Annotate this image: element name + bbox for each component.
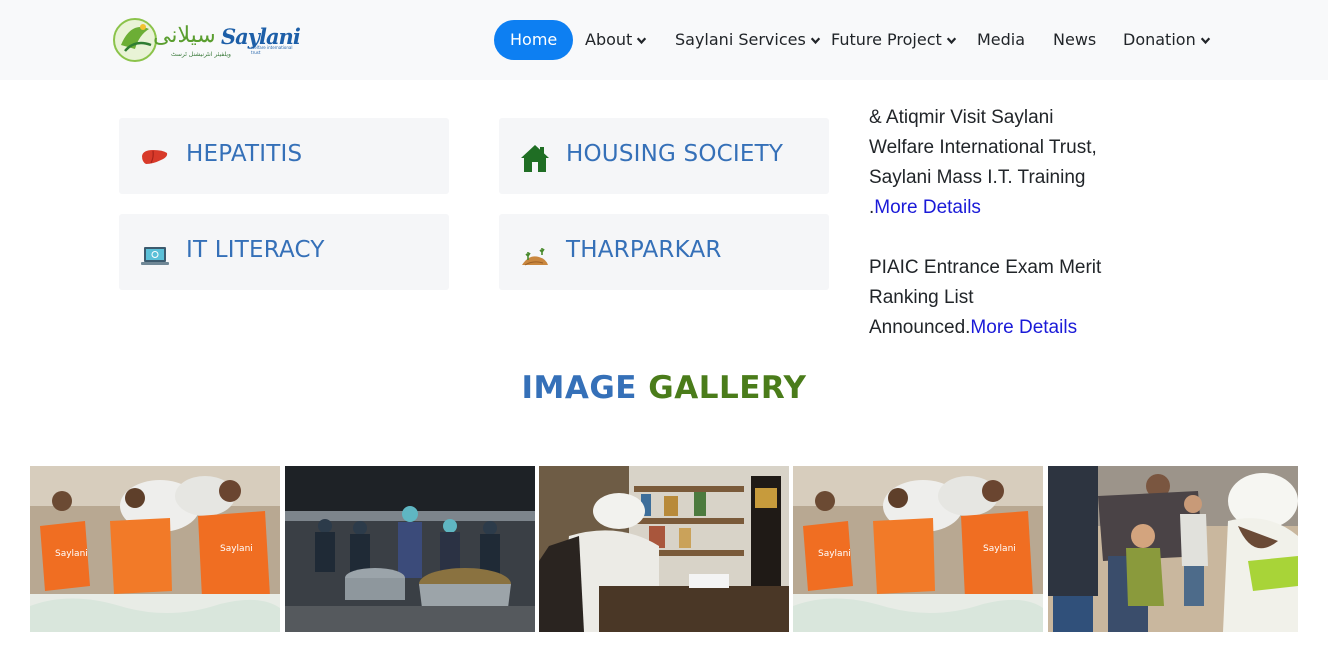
service-card-tharparkar[interactable]: THARPARKAR xyxy=(499,214,829,290)
chevron-down-icon xyxy=(637,37,647,45)
nav-saylani-services[interactable]: Saylani Services xyxy=(675,20,821,60)
chevron-down-icon xyxy=(810,37,820,45)
more-details-link[interactable]: More Details xyxy=(970,317,1077,338)
service-label: THARPARKAR xyxy=(566,237,722,263)
nav-home-label: Home xyxy=(510,30,558,49)
site-logo[interactable]: سیلانی Saylani ویلفیئر انٹرنیشنل ٹرسٹ we… xyxy=(113,15,303,65)
nav-about[interactable]: About xyxy=(585,20,647,60)
nav-home[interactable]: Home xyxy=(494,20,574,60)
service-label: HEPATITIS xyxy=(186,141,303,167)
svg-text:Saylani: Saylani xyxy=(818,549,851,559)
photo-kitchen-image xyxy=(285,466,535,632)
nav-future-project-label: Future Project xyxy=(831,30,942,49)
nav-saylani-services-label: Saylani Services xyxy=(675,30,806,49)
gallery-photo-cleric-with-children[interactable] xyxy=(1048,466,1298,632)
gallery-photo-cleric-at-desk[interactable] xyxy=(539,466,789,632)
svg-text:Saylani: Saylani xyxy=(55,549,88,559)
logo-tagline: ویلفیئر انٹرنیشنل ٹرسٹ xyxy=(171,51,231,58)
photo-volunteers-image: Saylani Saylani xyxy=(793,466,1043,632)
gallery-photo-volunteers-carrying-sacks[interactable]: Saylani Saylani xyxy=(30,466,280,632)
service-card-housing-society[interactable]: HOUSING SOCIETY xyxy=(499,118,829,194)
liver-icon xyxy=(142,150,168,164)
house-icon xyxy=(521,145,549,172)
gallery-title-part2: GALLERY xyxy=(648,370,807,406)
laptop-icon xyxy=(141,247,169,265)
nav-donation[interactable]: Donation xyxy=(1123,20,1211,60)
photo-office-image xyxy=(539,466,789,632)
service-card-hepatitis[interactable]: HEPATITIS xyxy=(119,118,449,194)
service-label: HOUSING SOCIETY xyxy=(566,141,784,167)
photo-volunteers-image: Saylani Saylani xyxy=(30,466,280,632)
nav-news[interactable]: News xyxy=(1053,20,1096,60)
svg-text:Saylani: Saylani xyxy=(220,544,253,554)
chevron-down-icon xyxy=(946,37,956,45)
gallery-photo-kitchen-cooking[interactable] xyxy=(285,466,535,632)
nav-future-project[interactable]: Future Project xyxy=(831,20,957,60)
more-details-link[interactable]: More Details xyxy=(874,197,981,218)
nav-donation-label: Donation xyxy=(1123,30,1196,49)
logo-tagline-en: welfare international trust xyxy=(251,45,293,55)
gallery-photo-volunteers-carrying-sacks[interactable]: Saylani Saylani xyxy=(793,466,1043,632)
news-item: PIAIC Entrance Exam Merit Ranking List A… xyxy=(869,253,1119,343)
news-list: & Atiqmir Visit Saylani Welfare Internat… xyxy=(869,103,1119,373)
gallery-title-part1: IMAGE xyxy=(521,370,637,406)
nav-media[interactable]: Media xyxy=(977,20,1025,60)
nav-news-label: News xyxy=(1053,30,1097,49)
desert-icon xyxy=(522,248,548,266)
nav-media-label: Media xyxy=(977,30,1026,49)
news-item: & Atiqmir Visit Saylani Welfare Internat… xyxy=(869,103,1119,223)
navbar: سیلانی Saylani ویلفیئر انٹرنیشنل ٹرسٹ we… xyxy=(0,0,1328,80)
chevron-down-icon xyxy=(1200,37,1210,45)
photo-children-image xyxy=(1048,466,1298,632)
service-label: IT LITERACY xyxy=(186,237,325,263)
gallery-title: IMAGE GALLERY xyxy=(0,370,1328,406)
nav-about-label: About xyxy=(585,30,633,49)
svg-text:Saylani: Saylani xyxy=(983,544,1016,554)
logo-arabic-text: سیلانی xyxy=(153,23,216,48)
service-card-it-literacy[interactable]: IT LITERACY xyxy=(119,214,449,290)
